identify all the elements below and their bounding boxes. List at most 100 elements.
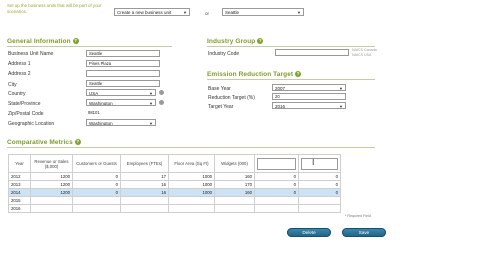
table-cell[interactable]: 1200 xyxy=(30,180,73,189)
table-cell[interactable] xyxy=(72,196,121,205)
section-title-text: General Information xyxy=(7,38,71,45)
table-cell: 2015 xyxy=(8,196,31,205)
table-cell[interactable]: 160 xyxy=(214,172,255,181)
industry-code-input[interactable] xyxy=(275,49,349,56)
table-cell[interactable]: 1200 xyxy=(30,188,73,197)
info-icon xyxy=(159,100,164,105)
reduction-target-label: Reduction Target (%) xyxy=(208,95,255,101)
table-cell[interactable] xyxy=(72,204,121,213)
table-cell[interactable]: 0 xyxy=(254,180,299,189)
existing-unit-select[interactable]: Seattle ▼ xyxy=(222,8,304,16)
target-year-select-value: 2016 xyxy=(275,104,286,109)
zip-postal-label: Zip/Postal Code xyxy=(8,111,44,117)
country-select[interactable]: USA ▼ xyxy=(86,89,156,96)
table-cell[interactable]: 1200 xyxy=(30,172,73,181)
table-cell[interactable] xyxy=(120,196,169,205)
state-province-select-value: Washington xyxy=(89,101,113,106)
table-cell[interactable]: 0 xyxy=(254,172,299,181)
help-icon[interactable]: ? xyxy=(257,38,264,45)
table-row[interactable]: 2013 1200 0 16 1000 170 0 0 xyxy=(8,180,341,189)
table-cell[interactable]: 16 xyxy=(120,180,169,189)
table-cell[interactable] xyxy=(168,204,215,213)
column-header-year: Year xyxy=(8,154,31,173)
business-unit-name-label: Business Unit Name xyxy=(8,51,54,57)
table-cell[interactable]: 0 xyxy=(72,188,121,197)
custom-metric-1-input[interactable] xyxy=(257,157,296,170)
table-cell[interactable]: 0 xyxy=(72,180,121,189)
country-label: Country xyxy=(8,91,26,97)
address2-label: Address 2 xyxy=(8,71,31,77)
table-cell[interactable]: 0 xyxy=(72,172,121,181)
table-cell[interactable]: 0 xyxy=(254,188,299,197)
table-cell[interactable] xyxy=(30,204,73,213)
table-cell[interactable] xyxy=(298,196,341,205)
delete-button[interactable]: Delete xyxy=(287,228,331,237)
table-cell[interactable]: 17 xyxy=(120,172,169,181)
chevron-down-icon: ▼ xyxy=(297,10,301,15)
state-province-label: State/Province xyxy=(8,101,41,107)
naics-usa-note: NAICS USA xyxy=(352,53,372,57)
table-cell[interactable] xyxy=(254,204,299,213)
industry-code-label: Industry Code xyxy=(208,51,240,57)
table-cell[interactable] xyxy=(30,196,73,205)
business-unit-name-input[interactable]: Seattle xyxy=(86,50,160,57)
table-cell[interactable]: 1000 xyxy=(168,172,215,181)
table-cell: 2012 xyxy=(8,172,31,181)
general-information-title: General Information? xyxy=(7,38,172,47)
save-button[interactable]: Save xyxy=(342,228,386,237)
chevron-down-icon: ▼ xyxy=(339,86,343,91)
table-cell[interactable] xyxy=(254,196,299,205)
column-header-custom-1[interactable] xyxy=(254,154,299,173)
chevron-down-icon: ▼ xyxy=(339,104,343,109)
zip-postal-input[interactable]: 98101 xyxy=(86,110,118,117)
existing-unit-select-value: Seattle xyxy=(225,10,240,15)
chevron-down-icon: ▼ xyxy=(149,121,153,126)
address1-input[interactable]: Pines Plaza xyxy=(86,60,160,67)
help-icon[interactable]: ? xyxy=(72,38,79,45)
base-year-select[interactable]: 2007 ▼ xyxy=(272,84,346,91)
table-cell[interactable]: 1000 xyxy=(168,188,215,197)
city-input[interactable]: Seattle xyxy=(86,80,160,87)
country-select-value: USA xyxy=(89,91,99,96)
table-cell: 2014 xyxy=(8,188,31,197)
table-cell[interactable]: 0 xyxy=(298,180,341,189)
table-cell[interactable] xyxy=(120,204,169,213)
table-cell[interactable]: 0 xyxy=(298,188,341,197)
business-unit-select[interactable]: Create a new business unit ▼ xyxy=(114,8,190,16)
table-row[interactable]: 2012 1200 0 17 1000 160 0 0 xyxy=(8,172,341,181)
chevron-down-icon: ▼ xyxy=(149,101,153,106)
table-cell[interactable]: 170 xyxy=(214,180,255,189)
base-year-label: Base Year xyxy=(208,86,231,92)
table-cell[interactable]: 16 xyxy=(120,188,169,197)
city-label: City xyxy=(8,82,17,88)
state-province-select[interactable]: Washington ▼ xyxy=(86,99,156,106)
required-field-note: * Required Field xyxy=(345,214,371,218)
table-cell[interactable]: 0 xyxy=(298,172,341,181)
custom-metric-2-input[interactable] xyxy=(301,157,338,170)
geographic-location-select[interactable]: Washington ▼ xyxy=(86,119,156,126)
table-cell[interactable]: 1000 xyxy=(168,180,215,189)
column-header-customers: Customers or Guests xyxy=(72,154,121,173)
table-cell[interactable]: 160 xyxy=(214,188,255,197)
table-row-selected[interactable]: 2014 1200 0 16 1000 160 0 0 xyxy=(8,188,341,197)
column-header-employees: Employees (FTEs) xyxy=(120,154,169,173)
table-cell[interactable] xyxy=(214,204,255,213)
business-unit-select-value: Create a new business unit xyxy=(117,10,172,15)
address2-input[interactable] xyxy=(86,70,160,77)
table-cell[interactable] xyxy=(168,196,215,205)
target-year-select[interactable]: 2016 ▼ xyxy=(272,102,346,109)
table-cell[interactable] xyxy=(298,204,341,213)
table-row[interactable]: 2015 xyxy=(8,196,341,205)
reduction-target-input[interactable]: 20 xyxy=(272,93,346,100)
geographic-location-select-value: Washington xyxy=(89,121,113,126)
section-title-text: Emission Reduction Target xyxy=(207,71,294,78)
help-icon[interactable]: ? xyxy=(295,71,302,78)
table-row[interactable]: 2016 xyxy=(8,204,341,213)
column-header-custom-2[interactable] xyxy=(298,154,341,173)
emission-target-title: Emission Reduction Target? xyxy=(207,71,375,80)
chevron-down-icon: ▼ xyxy=(149,91,153,96)
table-cell[interactable] xyxy=(214,196,255,205)
help-icon[interactable]: ? xyxy=(74,139,81,146)
target-year-label: Target Year xyxy=(208,104,234,110)
table-cell: 2013 xyxy=(8,180,31,189)
